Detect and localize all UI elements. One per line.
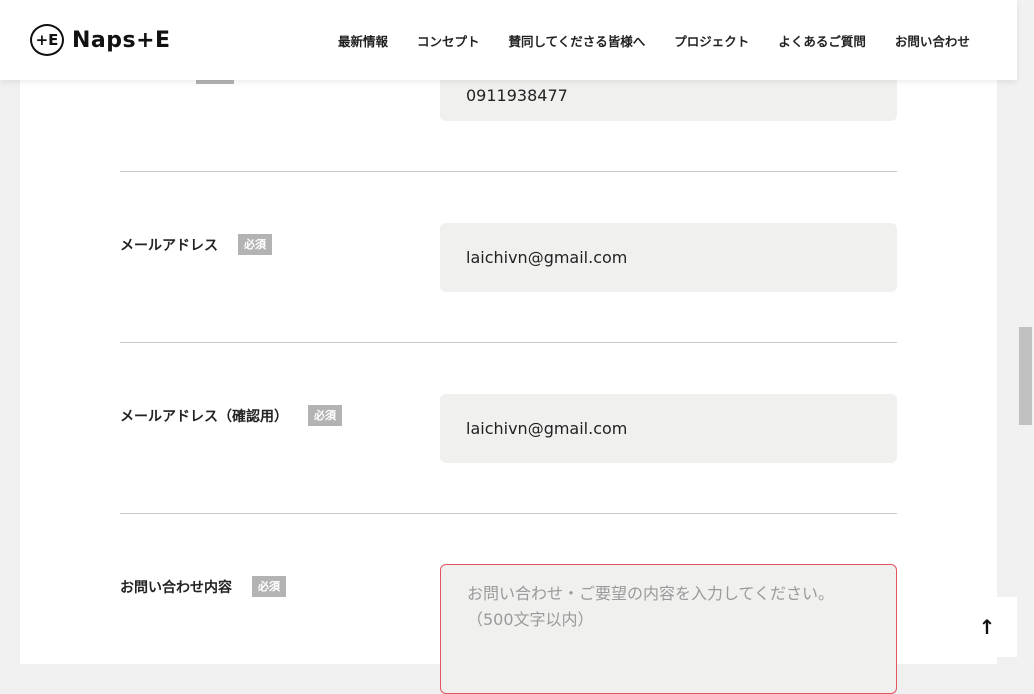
- nav-item-contact[interactable]: お問い合わせ: [895, 31, 970, 50]
- divider: [120, 513, 897, 514]
- site-header: +E Naps+E 最新情報 コンセプト 賛同してくださる皆様へ プロジェクト …: [0, 0, 1017, 80]
- inquiry-placeholder-line2: （500文字以内）: [467, 610, 594, 629]
- logo-mark-icon: +E: [30, 24, 64, 56]
- inquiry-label-group: お問い合わせ内容 必須: [120, 576, 286, 597]
- email-required-badge: 必須: [238, 234, 272, 255]
- email-confirm-label: メールアドレス（確認用）: [120, 408, 288, 425]
- email-label-group: メールアドレス 必須: [120, 234, 272, 255]
- inquiry-required-badge: 必須: [252, 576, 286, 597]
- logo-text: Naps+E: [72, 27, 171, 53]
- main-nav: 最新情報 コンセプト 賛同してくださる皆様へ プロジェクト よくあるご質問 お問…: [338, 31, 970, 50]
- divider: [120, 171, 897, 172]
- nav-item-faq[interactable]: よくあるご質問: [778, 31, 866, 50]
- email-confirm-field[interactable]: laichivn@gmail.com: [440, 394, 897, 463]
- arrow-up-icon: ↑: [978, 615, 996, 639]
- email-value: laichivn@gmail.com: [466, 248, 628, 267]
- inquiry-placeholder-line1: お問い合わせ・ご要望の内容を入力してください。: [467, 584, 835, 603]
- nav-item-concept[interactable]: コンセプト: [417, 31, 480, 50]
- divider: [120, 342, 897, 343]
- scrollbar-thumb[interactable]: [1019, 327, 1032, 425]
- email-confirm-label-group: メールアドレス（確認用） 必須: [120, 405, 342, 426]
- email-field[interactable]: laichivn@gmail.com: [440, 223, 897, 292]
- scrollbar[interactable]: [1017, 0, 1034, 664]
- nav-item-news[interactable]: 最新情報: [338, 31, 388, 50]
- email-label: メールアドレス: [120, 237, 218, 254]
- inquiry-textarea[interactable]: お問い合わせ・ご要望の内容を入力してください。 （500文字以内）: [440, 564, 897, 694]
- email-confirm-value: laichivn@gmail.com: [466, 419, 628, 438]
- site-logo[interactable]: +E Naps+E: [30, 24, 171, 56]
- email-confirm-required-badge: 必須: [308, 405, 342, 426]
- nav-item-project[interactable]: プロジェクト: [674, 31, 749, 50]
- back-to-top-button[interactable]: ↑: [957, 597, 1017, 657]
- inquiry-label: お問い合わせ内容: [120, 579, 232, 596]
- nav-item-supporters[interactable]: 賛同してくださる皆様へ: [509, 31, 646, 50]
